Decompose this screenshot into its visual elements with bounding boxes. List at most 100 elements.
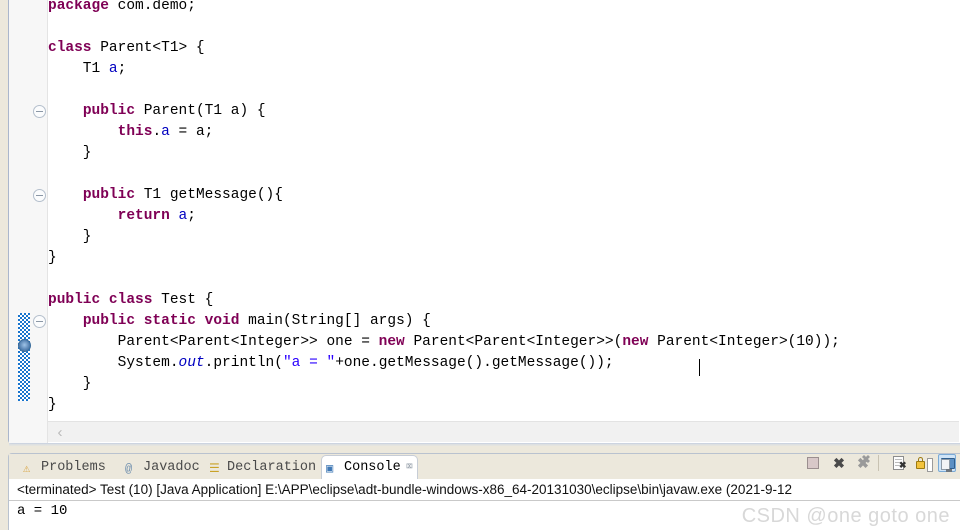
code-token: = a; — [169, 124, 214, 140]
code-line[interactable]: public Parent(T1 a) { — [48, 101, 266, 122]
code-token: class — [48, 40, 92, 56]
editor-horizontal-scrollbar[interactable]: ‹ — [48, 421, 959, 442]
code-line[interactable]: System.out.println("a = "+one.getMessage… — [48, 353, 614, 374]
code-token: T1 getMessage(){ — [135, 187, 283, 203]
tab-label: Javadoc — [143, 460, 200, 475]
code-token: return — [117, 208, 170, 224]
code-line[interactable]: } — [48, 395, 57, 416]
scroll-lock-button[interactable] — [914, 454, 933, 472]
code-token: main(String[] args) { — [239, 313, 431, 329]
code-token: out — [178, 355, 205, 371]
tab-label: Problems — [41, 460, 106, 475]
editor-bottom-shadow — [9, 443, 960, 446]
java-editor: package com.demo; class Parent<T1> { T1 … — [0, 0, 960, 448]
code-token: } — [48, 376, 92, 392]
code-token: } — [48, 145, 92, 161]
tab-javadoc[interactable]: @ Javadoc — [121, 456, 204, 479]
code-line[interactable] — [48, 80, 57, 101]
display-console-icon — [941, 458, 955, 472]
tab-problems[interactable]: ⚠ Problems — [19, 456, 110, 479]
code-token: new — [378, 334, 405, 350]
code-token: ; — [187, 208, 196, 224]
tab-console[interactable]: ▣ Console ⌧ — [321, 455, 418, 480]
remove-all-terminated-button[interactable]: ✖ ✖ — [854, 454, 872, 472]
console-icon: ▣ — [326, 462, 334, 476]
fold-collapse-icon[interactable] — [33, 105, 46, 118]
code-token: } — [48, 229, 92, 245]
text-caret — [699, 359, 700, 376]
code-line[interactable]: this.a = a; — [48, 122, 214, 143]
fold-collapse-icon[interactable] — [33, 315, 46, 328]
scroll-lock-icon — [916, 457, 933, 472]
code-line[interactable]: } — [48, 248, 57, 269]
code-token: Parent<T1> { — [91, 40, 205, 56]
code-token: } — [48, 397, 57, 413]
quick-diff-change-bar — [18, 313, 30, 401]
code-token: a — [161, 124, 170, 140]
x-icon: ✖ — [833, 455, 845, 471]
code-text-area[interactable]: package com.demo; class Parent<T1> { T1 … — [48, 0, 960, 421]
code-line[interactable] — [48, 269, 57, 290]
problems-icon: ⚠ — [23, 462, 31, 476]
display-selected-console-button[interactable] — [938, 454, 956, 472]
code-token: public class — [48, 292, 153, 308]
code-token: this — [117, 124, 153, 140]
code-token: +one.getMessage().getMessage()); — [335, 355, 614, 371]
code-token: package — [48, 0, 109, 14]
code-token: System. — [48, 355, 179, 371]
code-line[interactable] — [48, 164, 57, 185]
code-token: ; — [117, 61, 127, 77]
console-header-divider — [9, 500, 960, 501]
declaration-icon: ☰ — [209, 462, 220, 476]
console-view[interactable]: <terminated> Test (10) [Java Application… — [9, 479, 960, 530]
clear-console-x-icon: ✖ — [899, 460, 907, 470]
code-line[interactable]: class Parent<T1> { — [48, 38, 205, 59]
console-output-text: a = 10 — [17, 503, 68, 519]
code-token: com.demo; — [108, 0, 196, 14]
code-token: new — [622, 334, 649, 350]
bottom-view-stack: ⚠ Problems @ Javadoc ☰ Declaration ▣ Console ⌧ ✖… — [0, 450, 960, 530]
tab-declaration[interactable]: ☰ Declaration — [205, 456, 320, 479]
code-line[interactable]: T1 a; — [48, 59, 127, 80]
code-token: Parent<Integer>(10)); — [648, 334, 840, 350]
code-token: Test { — [152, 292, 214, 308]
javadoc-icon: @ — [125, 462, 133, 476]
code-line[interactable]: } — [48, 143, 92, 164]
tab-label: Declaration — [227, 460, 317, 475]
code-token: a — [108, 61, 118, 77]
fold-collapse-icon[interactable] — [33, 189, 46, 202]
scroll-left-arrow-icon[interactable]: ‹ — [52, 424, 68, 441]
console-view-toolbar: ✖ ✖ ✖ ✖ — [800, 451, 960, 475]
code-line[interactable]: return a; — [48, 206, 196, 227]
x-double-icon-overlay: ✖ — [861, 454, 871, 466]
code-token: a — [178, 208, 188, 224]
code-line[interactable]: Parent<Parent<Integer>> one = new Parent… — [48, 332, 840, 353]
code-line[interactable]: } — [48, 374, 92, 395]
close-icon[interactable]: ⌧ — [406, 456, 413, 479]
code-token: } — [48, 250, 57, 266]
tab-label: Console — [344, 460, 401, 475]
remove-launch-button[interactable]: ✖ — [830, 454, 848, 472]
code-token: "a = " — [282, 355, 336, 371]
clear-console-button[interactable]: ✖ — [890, 454, 908, 472]
code-token: public — [82, 103, 136, 119]
code-line[interactable]: public static void main(String[] args) { — [48, 311, 431, 332]
terminate-button[interactable] — [804, 454, 822, 472]
code-line[interactable]: package com.demo; — [48, 0, 196, 17]
code-line[interactable] — [48, 17, 57, 38]
breakpoint-marker-icon[interactable] — [18, 339, 31, 352]
code-line[interactable]: public T1 getMessage(){ — [48, 185, 283, 206]
code-line[interactable]: public class Test { — [48, 290, 213, 311]
code-line[interactable]: } — [48, 227, 92, 248]
console-launch-configuration-label: <terminated> Test (10) [Java Application… — [17, 482, 792, 497]
code-token: . — [152, 124, 162, 140]
stop-icon — [807, 457, 819, 469]
code-token: public — [82, 187, 136, 203]
eclipse-ide-window: package com.demo; class Parent<T1> { T1 … — [0, 0, 960, 530]
